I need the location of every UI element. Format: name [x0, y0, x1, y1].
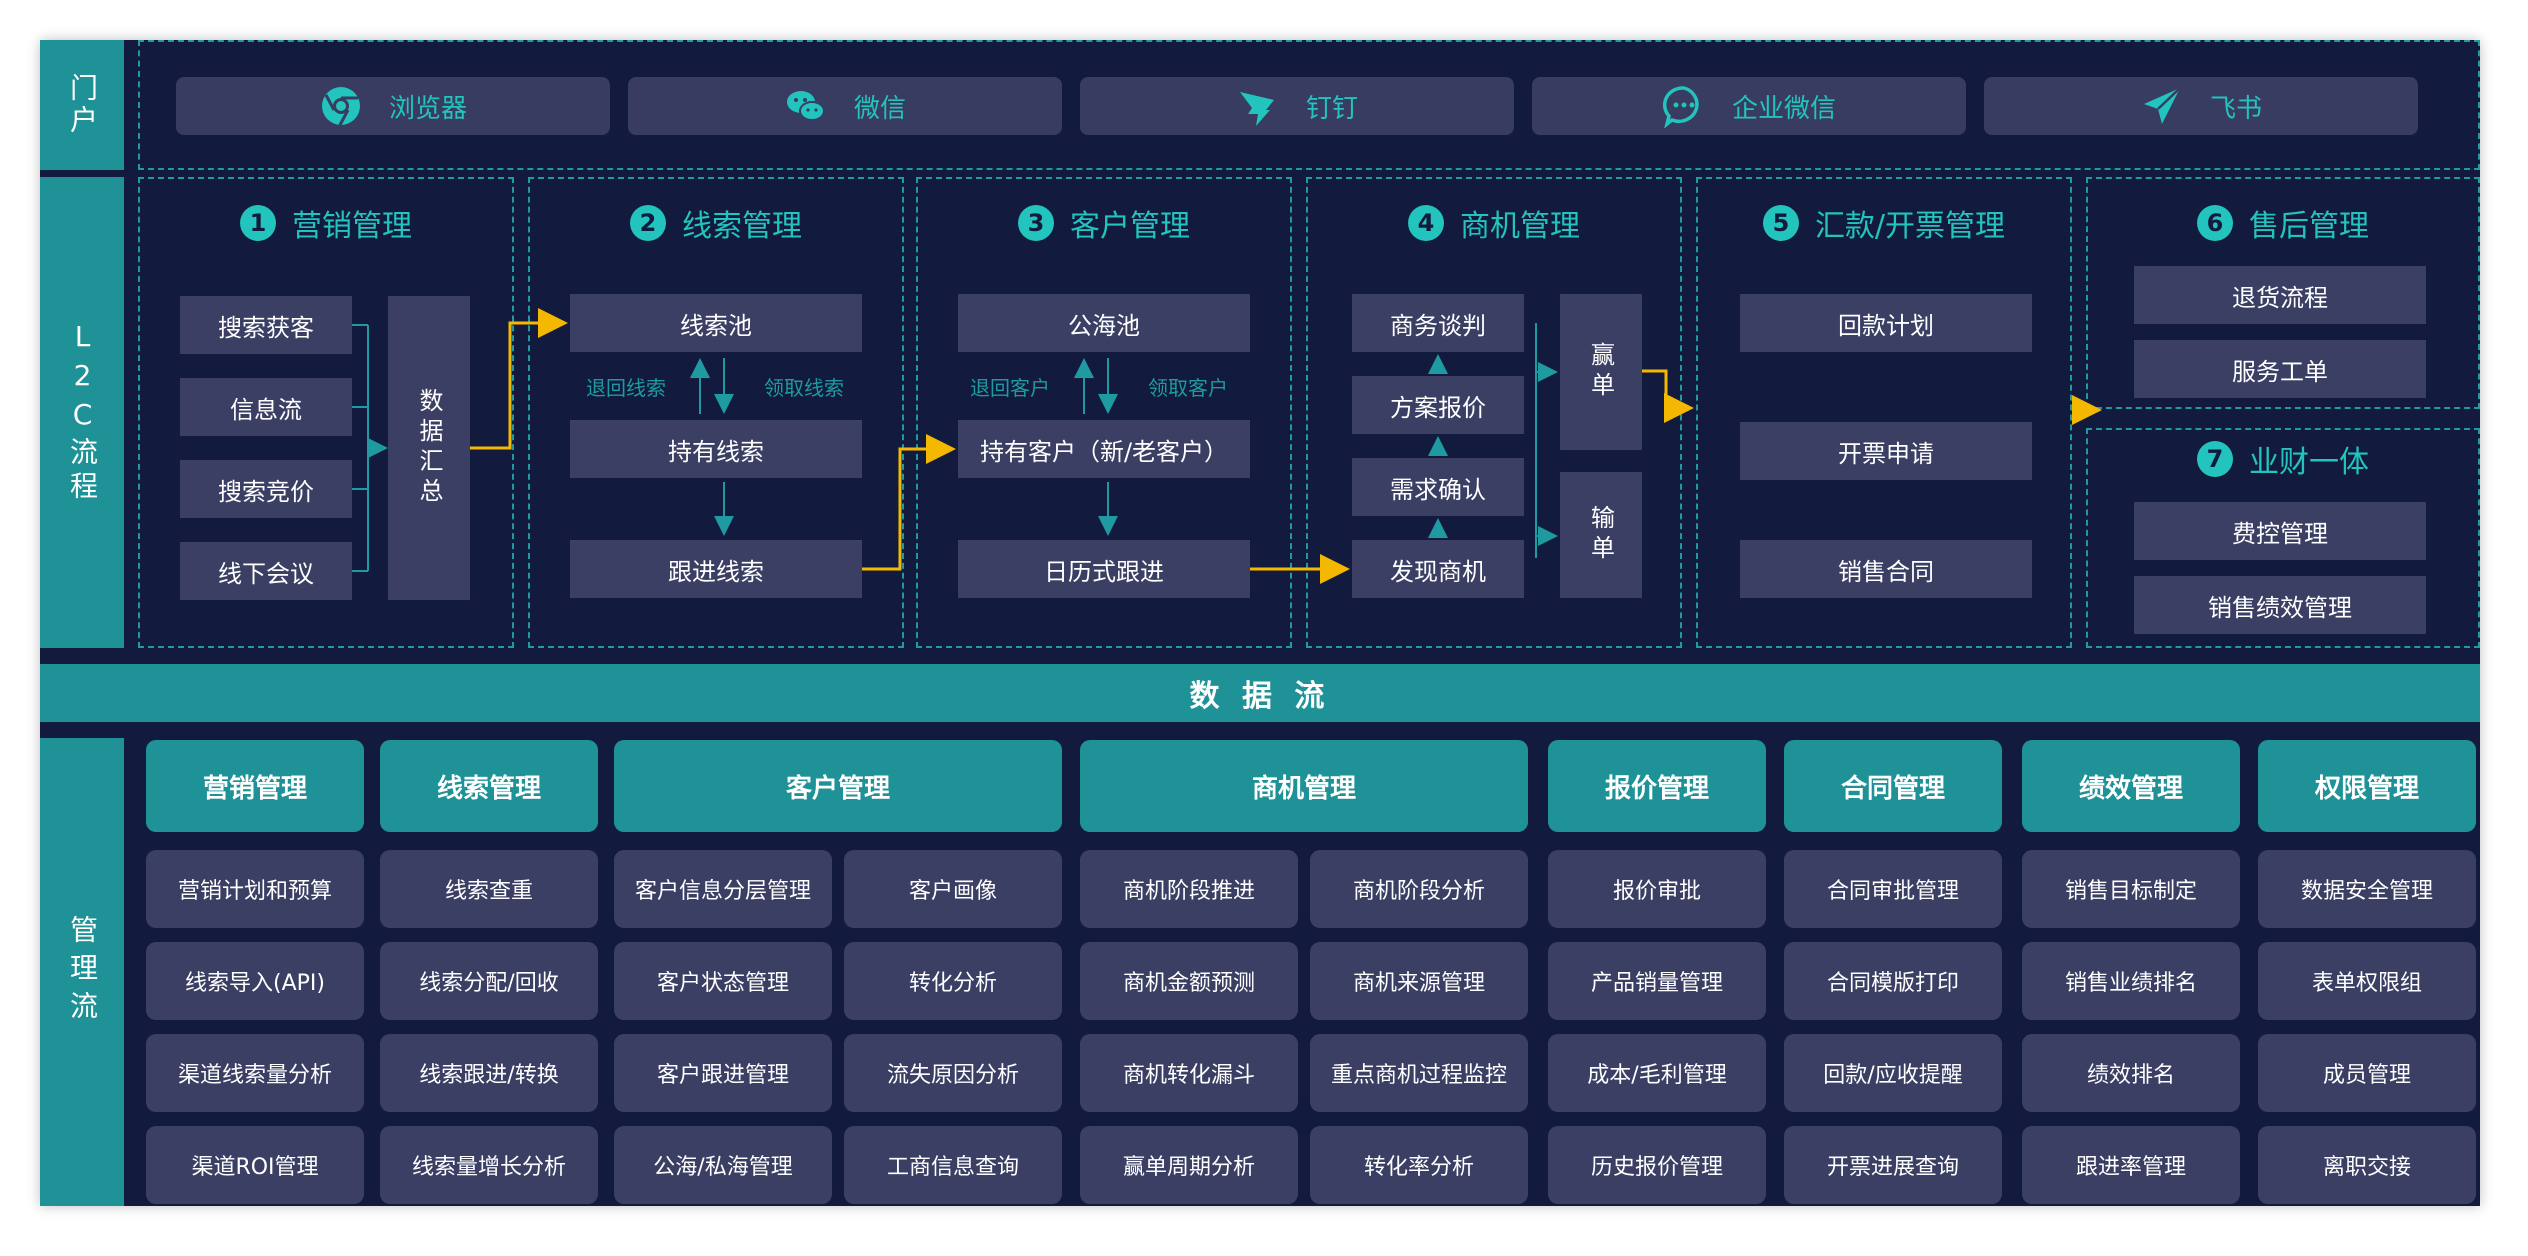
mgmt-cell[interactable]: 公海/私海管理 [614, 1126, 832, 1204]
mgmt-cell[interactable]: 历史报价管理 [1548, 1126, 1766, 1204]
mgmt-cell[interactable]: 渠道线索量分析 [146, 1034, 364, 1112]
mgmt-cell[interactable]: 销售目标制定 [2022, 850, 2240, 928]
mgmt-cell[interactable]: 数据安全管理 [2258, 850, 2476, 928]
mgmt-cell[interactable]: 合同审批管理 [1784, 850, 2002, 928]
opportunity-teal-arrows [1428, 323, 1558, 558]
mgmt-cell[interactable]: 开票进展查询 [1784, 1126, 2002, 1204]
mgmt-cell[interactable]: 商机来源管理 [1310, 942, 1528, 1020]
mgmt-cell[interactable]: 线索跟进/转换 [380, 1034, 598, 1112]
mgmt-cell[interactable]: 工商信息查询 [844, 1126, 1062, 1204]
mgmt-header-permission[interactable]: 权限管理 [2258, 740, 2476, 832]
mgmt-header-leads[interactable]: 线索管理 [380, 740, 598, 832]
mgmt-cell[interactable]: 线索导入(API) [146, 942, 364, 1020]
mgmt-cell[interactable]: 客户跟进管理 [614, 1034, 832, 1112]
mgmt-header-opportunities[interactable]: 商机管理 [1080, 740, 1528, 832]
mgmt-cell[interactable]: 线索量增长分析 [380, 1126, 598, 1204]
mgmt-cell[interactable]: 转化分析 [844, 942, 1062, 1020]
mgmt-cell[interactable]: 商机阶段推进 [1080, 850, 1298, 928]
management-side-label: 管理流 [40, 738, 124, 1206]
mgmt-cell[interactable]: 营销计划和预算 [146, 850, 364, 928]
mgmt-header-performance[interactable]: 绩效管理 [2022, 740, 2240, 832]
leads-teal-arrows [690, 358, 734, 536]
mgmt-cell[interactable]: 商机金额预测 [1080, 942, 1298, 1020]
mgmt-cell[interactable]: 渠道ROI管理 [146, 1126, 364, 1204]
mgmt-header-quotation[interactable]: 报价管理 [1548, 740, 1766, 832]
mgmt-cell[interactable]: 报价审批 [1548, 850, 1766, 928]
yellow-flow-arrows [470, 308, 1694, 584]
mgmt-cell[interactable]: 销售业绩排名 [2022, 942, 2240, 1020]
mgmt-cell[interactable]: 绩效排名 [2022, 1034, 2240, 1112]
mgmt-cell[interactable]: 成本/毛利管理 [1548, 1034, 1766, 1112]
marketing-bracket [352, 324, 388, 572]
mgmt-cell[interactable]: 商机阶段分析 [1310, 850, 1528, 928]
mgmt-cell[interactable]: 表单权限组 [2258, 942, 2476, 1020]
mgmt-cell[interactable]: 合同模版打印 [1784, 942, 2002, 1020]
mgmt-cell[interactable]: 回款/应收提醒 [1784, 1034, 2002, 1112]
mgmt-cell[interactable]: 线索分配/回收 [380, 942, 598, 1020]
mgmt-cell[interactable]: 赢单周期分析 [1080, 1126, 1298, 1204]
customers-teal-arrows [1074, 358, 1118, 536]
mgmt-cell[interactable]: 线索查重 [380, 850, 598, 928]
flow-arrows [352, 308, 2102, 584]
mgmt-cell[interactable]: 离职交接 [2258, 1126, 2476, 1204]
architecture-diagram: 门户 浏览器 微信 钉钉 企业微信 飞书 L2C流程 1营销管理 2线索管理 [40, 40, 2480, 1206]
mgmt-cell[interactable]: 客户状态管理 [614, 942, 832, 1020]
mgmt-cell[interactable]: 客户画像 [844, 850, 1062, 928]
mgmt-cell[interactable]: 产品销量管理 [1548, 942, 1766, 1020]
mgmt-cell[interactable]: 跟进率管理 [2022, 1126, 2240, 1204]
data-flow-bar: 数 据 流 [40, 664, 2480, 722]
mgmt-cell[interactable]: 客户信息分层管理 [614, 850, 832, 928]
mgmt-cell[interactable]: 成员管理 [2258, 1034, 2476, 1112]
mgmt-cell[interactable]: 流失原因分析 [844, 1034, 1062, 1112]
mgmt-header-contract[interactable]: 合同管理 [1784, 740, 2002, 832]
mgmt-cell[interactable]: 转化率分析 [1310, 1126, 1528, 1204]
mgmt-header-customers[interactable]: 客户管理 [614, 740, 1062, 832]
mgmt-cell[interactable]: 重点商机过程监控 [1310, 1034, 1528, 1112]
mgmt-cell[interactable]: 商机转化漏斗 [1080, 1034, 1298, 1112]
mgmt-header-marketing[interactable]: 营销管理 [146, 740, 364, 832]
